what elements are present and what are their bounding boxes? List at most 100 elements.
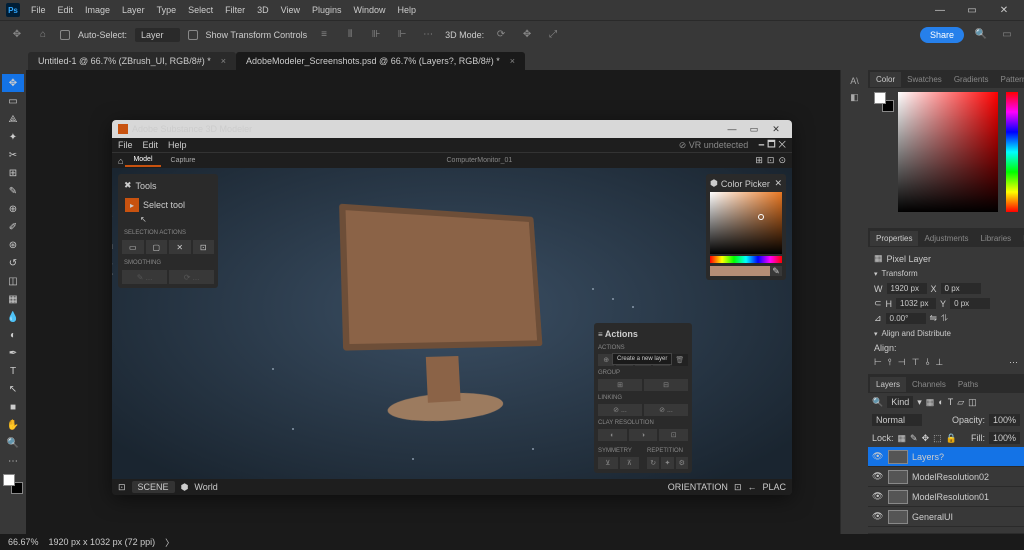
- gradients-tab[interactable]: Gradients: [948, 72, 995, 87]
- filter-icon[interactable]: ◐: [938, 397, 943, 407]
- align-icon[interactable]: ≡: [315, 26, 333, 44]
- patterns-tab[interactable]: Patterns: [995, 72, 1024, 87]
- close-tab-icon[interactable]: ×: [221, 56, 226, 66]
- minimize-button[interactable]: —: [926, 1, 954, 19]
- fill-input[interactable]: 100%: [989, 432, 1020, 444]
- filter-icon[interactable]: T: [948, 397, 954, 407]
- heal-tool[interactable]: ⊕: [2, 200, 24, 218]
- menu-view[interactable]: View: [276, 3, 305, 17]
- link-icon[interactable]: ⊂: [874, 298, 882, 309]
- layer-row[interactable]: 👁ModelResolution01: [868, 487, 1024, 507]
- lock-icon[interactable]: ✥: [922, 433, 930, 444]
- lock-icon[interactable]: ▦: [898, 433, 907, 444]
- eraser-tool[interactable]: ◫: [2, 272, 24, 290]
- menu-image[interactable]: Image: [80, 3, 115, 17]
- crop-tool[interactable]: ✂: [2, 146, 24, 164]
- menu-edit[interactable]: Edit: [53, 3, 79, 17]
- gradient-tool[interactable]: ▦: [2, 290, 24, 308]
- close-tab-icon[interactable]: ×: [510, 56, 515, 66]
- 3d-icon-2[interactable]: ✥: [518, 26, 536, 44]
- zoom-tool[interactable]: 🔍: [2, 434, 24, 452]
- canvas[interactable]: Adobe Substance 3D Modeler — ▭ ✕ File Ed…: [26, 70, 840, 534]
- visibility-icon[interactable]: 👁: [872, 451, 884, 462]
- adjustments-tab[interactable]: Adjustments: [918, 231, 974, 246]
- para-panel-icon[interactable]: ◧: [850, 92, 859, 103]
- hue-slider[interactable]: [1006, 92, 1018, 212]
- menu-layer[interactable]: Layer: [117, 3, 150, 17]
- align-section[interactable]: Align and Distribute: [874, 326, 1018, 341]
- menu-3d[interactable]: 3D: [252, 3, 274, 17]
- swatches-tab[interactable]: Swatches: [901, 72, 948, 87]
- color-tab[interactable]: Color: [870, 72, 901, 87]
- char-panel-icon[interactable]: A\: [850, 76, 859, 86]
- visibility-icon[interactable]: 👁: [872, 471, 884, 482]
- align-icon[interactable]: ⊤: [912, 357, 920, 368]
- properties-tab[interactable]: Properties: [870, 231, 918, 246]
- color-swatch[interactable]: [3, 474, 23, 494]
- menu-help[interactable]: Help: [393, 3, 422, 17]
- filter-kind[interactable]: Kind: [887, 396, 913, 408]
- align-icon[interactable]: ⫯: [888, 357, 892, 368]
- brush-tool[interactable]: ✐: [2, 218, 24, 236]
- menu-window[interactable]: Window: [349, 3, 391, 17]
- height-input[interactable]: 1032 px: [896, 298, 936, 309]
- angle-input[interactable]: 0.00°: [886, 313, 926, 324]
- type-tool[interactable]: T: [2, 362, 24, 380]
- dodge-tool[interactable]: ◐: [2, 326, 24, 344]
- shape-tool[interactable]: ■: [2, 398, 24, 416]
- auto-select-check[interactable]: [60, 30, 70, 40]
- blur-tool[interactable]: 💧: [2, 308, 24, 326]
- eyedropper-tool[interactable]: ✎: [2, 182, 24, 200]
- menu-file[interactable]: File: [26, 3, 51, 17]
- align-icon-2[interactable]: ⫴: [341, 26, 359, 44]
- channels-tab[interactable]: Channels: [906, 377, 952, 392]
- y-input[interactable]: 0 px: [950, 298, 990, 309]
- edit-toolbar[interactable]: ⋯: [2, 452, 24, 470]
- flip-h-icon[interactable]: ⇋: [930, 313, 938, 324]
- lock-icon[interactable]: ⬚: [933, 433, 942, 444]
- flip-v-icon[interactable]: ⥮: [941, 313, 948, 324]
- align-icon[interactable]: ⊣: [898, 357, 906, 368]
- align-icon[interactable]: ⫰: [925, 357, 929, 368]
- menu-plugins[interactable]: Plugins: [307, 3, 347, 17]
- 3d-icon[interactable]: ⟳: [492, 26, 510, 44]
- align-icon-3[interactable]: ⊪: [367, 26, 385, 44]
- history-brush[interactable]: ↺: [2, 254, 24, 272]
- width-input[interactable]: 1920 px: [887, 283, 927, 294]
- 3d-icon-3[interactable]: ⤢: [544, 26, 562, 44]
- close-button[interactable]: ✕: [990, 1, 1018, 19]
- menu-filter[interactable]: Filter: [220, 3, 250, 17]
- color-field[interactable]: [898, 92, 998, 212]
- marquee-tool[interactable]: ▭: [2, 92, 24, 110]
- wand-tool[interactable]: ✦: [2, 128, 24, 146]
- move-tool[interactable]: ✥: [2, 74, 24, 92]
- lasso-tool[interactable]: ⟁: [2, 110, 24, 128]
- auto-select-dropdown[interactable]: Layer: [135, 28, 180, 42]
- search-icon[interactable]: 🔍: [972, 26, 990, 44]
- pen-tool[interactable]: ✒: [2, 344, 24, 362]
- align-icon-4[interactable]: ⊩: [393, 26, 411, 44]
- frame-tool[interactable]: ⊞: [2, 164, 24, 182]
- transform-section[interactable]: Transform: [874, 266, 1018, 281]
- blend-mode[interactable]: Normal: [872, 414, 922, 426]
- doc-tab[interactable]: AdobeModeler_Screenshots.psd @ 66.7% (La…: [236, 52, 525, 70]
- layers-tab[interactable]: Layers: [870, 377, 906, 392]
- paths-tab[interactable]: Paths: [952, 377, 984, 392]
- history-tab[interactable]: History: [1017, 231, 1024, 246]
- workspace-icon[interactable]: ▭: [998, 26, 1016, 44]
- show-transform-check[interactable]: [188, 30, 198, 40]
- share-button[interactable]: Share: [920, 27, 964, 43]
- opacity-input[interactable]: 100%: [989, 414, 1020, 426]
- lock-icon[interactable]: 🔒: [946, 433, 957, 444]
- doc-tab[interactable]: Untitled-1 @ 66.7% (ZBrush_UI, RGB/8#) *…: [28, 52, 236, 70]
- align-icon[interactable]: ⊥: [935, 357, 943, 368]
- path-tool[interactable]: ↖: [2, 380, 24, 398]
- visibility-icon[interactable]: 👁: [872, 511, 884, 522]
- hand-tool[interactable]: ✋: [2, 416, 24, 434]
- visibility-icon[interactable]: 👁: [872, 491, 884, 502]
- fg-bg-swatch[interactable]: [874, 92, 894, 112]
- home-icon[interactable]: ⌂: [34, 26, 52, 44]
- menu-type[interactable]: Type: [152, 3, 182, 17]
- filter-icon[interactable]: ▦: [926, 397, 935, 408]
- x-input[interactable]: 0 px: [941, 283, 981, 294]
